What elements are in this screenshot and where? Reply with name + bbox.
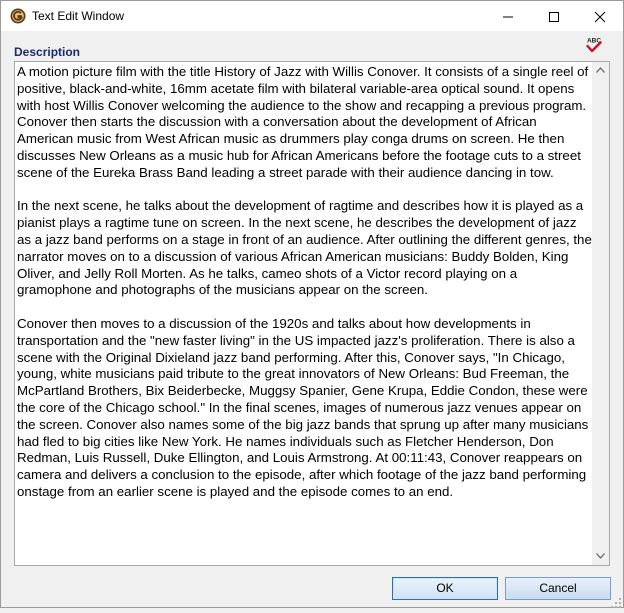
description-text[interactable]: A motion picture film with the title His…: [17, 64, 593, 551]
spellcheck-button[interactable]: ABC: [584, 35, 604, 55]
description-paragraph-2: In the next scene, he talks about the de…: [17, 198, 592, 298]
vertical-scrollbar[interactable]: [592, 62, 609, 565]
window-title: Text Edit Window: [32, 9, 125, 23]
scroll-up-button[interactable]: [592, 62, 609, 79]
scroll-down-button[interactable]: [592, 548, 609, 565]
chevron-down-icon: [596, 553, 605, 559]
ok-button[interactable]: OK: [392, 577, 498, 600]
description-paragraph-1: A motion picture film with the title His…: [17, 64, 589, 180]
close-button[interactable]: [577, 1, 623, 31]
minimize-button[interactable]: [485, 1, 531, 31]
scroll-track[interactable]: [594, 81, 607, 545]
close-icon: [594, 11, 606, 23]
description-label: Description: [14, 45, 81, 59]
app-logo-icon: [10, 8, 26, 24]
spellcheck-icon: ABC: [586, 38, 602, 53]
maximize-icon: [549, 12, 559, 22]
minimize-icon: [503, 16, 513, 18]
description-paragraph-3: Conover then moves to a discussion of th…: [17, 315, 589, 499]
text-edit-window: Text Edit Window Description ABC A motio: [0, 0, 624, 608]
description-textarea[interactable]: A motion picture film with the title His…: [14, 61, 610, 566]
cancel-button[interactable]: Cancel: [505, 577, 611, 600]
chevron-up-icon: [596, 67, 605, 73]
resize-grip-icon[interactable]: [611, 595, 621, 608]
title-bar[interactable]: Text Edit Window: [1, 1, 623, 31]
maximize-button[interactable]: [531, 1, 577, 31]
